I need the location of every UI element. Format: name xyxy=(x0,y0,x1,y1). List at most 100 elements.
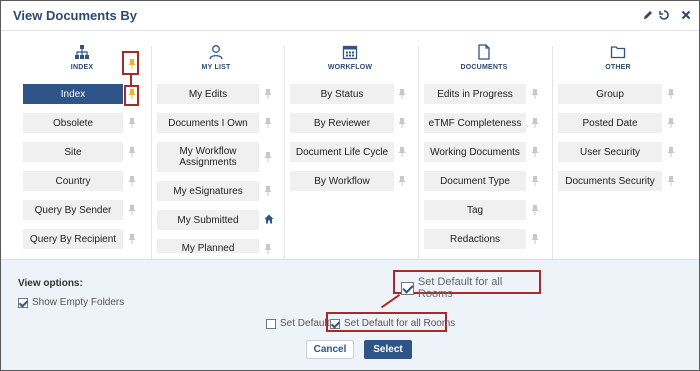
pin-icon[interactable] xyxy=(127,233,137,245)
pin-icon[interactable] xyxy=(666,146,676,158)
view-item-document-type[interactable]: Document Type xyxy=(424,171,526,191)
column-other: OTHER Group Posted Date User Security Do… xyxy=(554,32,694,259)
pin-icon[interactable] xyxy=(127,146,137,158)
pin-icon[interactable] xyxy=(397,175,407,187)
callout-checkbox: Set Default for all Rooms xyxy=(401,276,539,300)
pin-icon[interactable] xyxy=(127,204,137,216)
view-item-site[interactable]: Site xyxy=(23,142,123,162)
hierarchy-icon xyxy=(75,45,89,59)
set-default-label: Set Default xyxy=(280,318,330,329)
view-item-posted-date[interactable]: Posted Date xyxy=(558,113,662,133)
pin-callout-line xyxy=(130,75,132,85)
view-columns: INDEX Index Obsolete Site Country Query … xyxy=(1,32,699,259)
view-options-label: View options: xyxy=(18,278,83,289)
column-documents: DOCUMENTS Edits in Progress eTMF Complet… xyxy=(420,32,550,259)
pin-icon[interactable] xyxy=(263,88,273,100)
folder-icon xyxy=(610,46,626,59)
checkbox-checked-icon xyxy=(330,318,340,329)
pin-callout-box xyxy=(124,85,139,106)
column-workflow: WORKFLOW By Status By Reviewer Document … xyxy=(286,32,416,259)
pin-icon[interactable] xyxy=(530,233,540,245)
column-divider xyxy=(552,46,553,259)
column-divider xyxy=(151,46,152,259)
dialog-title: View Documents By xyxy=(13,8,138,23)
pin-icon[interactable] xyxy=(127,175,137,187)
view-item-etmf-completeness[interactable]: eTMF Completeness xyxy=(424,113,526,133)
pin-icon[interactable] xyxy=(263,243,273,255)
dialog-footer: View options: Show Empty Folders Set Def… xyxy=(1,259,699,370)
view-item-document-life-cycle[interactable]: Document Life Cycle xyxy=(290,142,394,162)
pin-icon[interactable] xyxy=(530,146,540,158)
view-item-working-documents[interactable]: Working Documents xyxy=(424,142,526,162)
column-divider xyxy=(284,46,285,259)
view-item-tag[interactable]: Tag xyxy=(424,200,526,220)
pin-icon[interactable] xyxy=(666,117,676,129)
view-item-my-workflow-assignments[interactable]: My Workflow Assignments xyxy=(157,142,259,172)
column-label-my-list: MY LIST xyxy=(201,64,231,71)
pin-icon[interactable] xyxy=(666,175,676,187)
pin-icon[interactable] xyxy=(530,88,540,100)
pin-icon[interactable] xyxy=(530,204,540,216)
view-item-group[interactable]: Group xyxy=(558,84,662,104)
pin-icon[interactable] xyxy=(263,185,273,197)
show-empty-folders-checkbox[interactable]: Show Empty Folders xyxy=(18,297,124,308)
checkbox-checked-icon xyxy=(401,281,414,295)
column-label-other: OTHER xyxy=(605,64,631,71)
pin-icon[interactable] xyxy=(666,88,676,100)
view-item-obsolete[interactable]: Obsolete xyxy=(23,113,123,133)
pin-icon[interactable] xyxy=(530,117,540,129)
view-item-query-by-recipient[interactable]: Query By Recipient xyxy=(23,229,123,249)
pin-icon[interactable] xyxy=(397,88,407,100)
pin-icon[interactable] xyxy=(397,117,407,129)
view-documents-dialog: View Documents By INDEX Index Obsolete S… xyxy=(0,0,700,371)
view-item-country[interactable]: Country xyxy=(23,171,123,191)
column-label-workflow: WORKFLOW xyxy=(327,64,373,71)
set-default-all-rooms-checkbox[interactable]: Set Default for all Rooms xyxy=(330,318,455,329)
view-item-my-esignatures[interactable]: My eSignatures xyxy=(157,181,259,201)
pin-icon[interactable] xyxy=(397,146,407,158)
pin-icon[interactable] xyxy=(263,117,273,129)
view-item-index[interactable]: Index xyxy=(23,84,123,104)
view-item-documents-security[interactable]: Documents Security xyxy=(558,171,662,191)
view-item-by-status[interactable]: By Status xyxy=(290,84,394,104)
pencil-icon[interactable] xyxy=(641,8,655,22)
cancel-button[interactable]: Cancel xyxy=(306,340,354,359)
column-header-my-list: MY LIST xyxy=(153,44,279,71)
view-item-my-planned[interactable]: My Planned xyxy=(157,239,259,254)
set-default-checkbox[interactable]: Set Default xyxy=(266,318,329,329)
callout-connector-line xyxy=(380,294,401,309)
checkbox-unchecked-icon xyxy=(266,318,276,329)
show-empty-folders-label: Show Empty Folders xyxy=(32,297,125,308)
view-item-by-reviewer[interactable]: By Reviewer xyxy=(290,113,394,133)
view-item-query-by-sender[interactable]: Query By Sender xyxy=(23,200,123,220)
callout-label: Set Default for all Rooms xyxy=(417,276,503,300)
user-icon xyxy=(209,45,223,60)
document-icon xyxy=(478,44,490,60)
checkbox-checked-icon xyxy=(18,297,28,308)
column-header-other: OTHER xyxy=(554,44,682,71)
close-icon[interactable] xyxy=(679,8,693,22)
calendar-icon xyxy=(342,45,358,60)
view-item-redactions[interactable]: Redactions xyxy=(424,229,526,249)
view-item-my-submitted[interactable]: My Submitted xyxy=(157,210,259,230)
reset-icon[interactable] xyxy=(657,8,671,22)
pin-icon[interactable] xyxy=(263,151,273,163)
pin-icon[interactable] xyxy=(127,117,137,129)
column-label-documents: DOCUMENTS xyxy=(460,64,508,71)
home-icon[interactable] xyxy=(264,214,274,224)
view-item-edits-in-progress[interactable]: Edits in Progress xyxy=(424,84,526,104)
column-header-workflow: WORKFLOW xyxy=(286,44,414,71)
column-my-list: MY LIST My Edits Documents I Own My Work… xyxy=(153,32,281,259)
set-default-all-rooms-label: Set Default for all Rooms xyxy=(344,318,456,329)
pin-callout-box xyxy=(122,51,139,75)
column-header-documents: DOCUMENTS xyxy=(420,44,548,71)
dialog-header: View Documents By xyxy=(1,1,699,31)
view-item-documents-i-own[interactable]: Documents I Own xyxy=(157,113,259,133)
set-default-all-rooms-callout: Set Default for all Rooms xyxy=(393,270,541,300)
pin-icon[interactable] xyxy=(530,175,540,187)
view-item-user-security[interactable]: User Security xyxy=(558,142,662,162)
select-button[interactable]: Select xyxy=(364,340,412,359)
column-divider xyxy=(418,46,419,259)
view-item-by-workflow[interactable]: By Workflow xyxy=(290,171,394,191)
view-item-my-edits[interactable]: My Edits xyxy=(157,84,259,104)
